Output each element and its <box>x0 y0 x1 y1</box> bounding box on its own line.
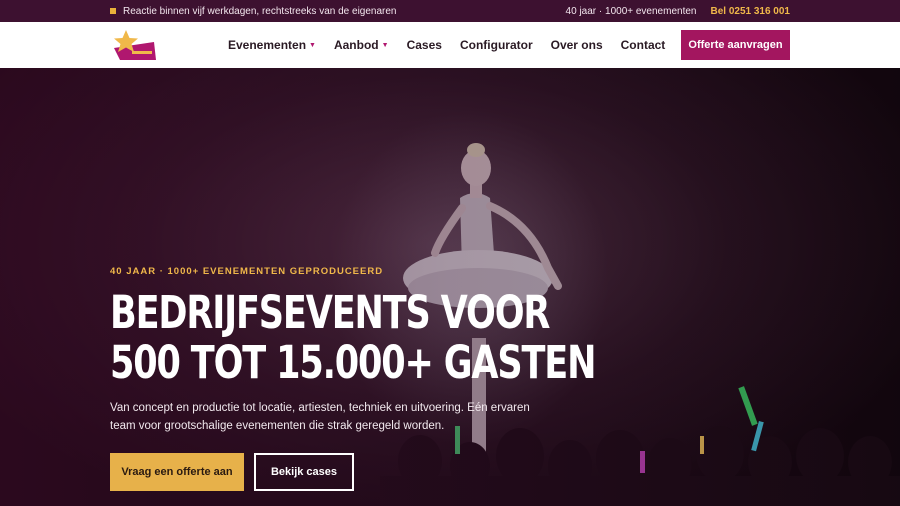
nav-item-label: Over ons <box>550 38 603 52</box>
nav-item-label: Configurator <box>459 38 533 52</box>
topbar-notice-text: Reactie binnen vijf werkdagen, rechtstre… <box>123 5 397 17</box>
hero-section: 40 JAAR · 1000+ EVENEMENTEN GEPRODUCEERD… <box>0 68 900 506</box>
nav-item-evenementen[interactable]: Evenementen ▼ <box>228 38 316 52</box>
phone-link[interactable]: Bel 0251 316 001 <box>710 6 790 17</box>
topbar-stats: 40 jaar · 1000+ evenementen <box>565 5 697 17</box>
nav-item-label: Evenementen <box>228 38 307 52</box>
nav-menu: Evenementen ▼ Aanbod ▼ Cases Configurato… <box>228 22 665 68</box>
view-cases-button[interactable]: Bekijk cases <box>254 453 354 491</box>
hero-headline: BEDRIJFSEVENTS VOOR 500 TOT 15.000+ GAST… <box>110 286 596 389</box>
nav-item-over-ons[interactable]: Over ons <box>551 38 603 52</box>
nav-item-aanbod[interactable]: Aanbod ▼ <box>334 38 389 52</box>
nav-item-cases[interactable]: Cases <box>407 38 442 52</box>
nav-item-label: Contact <box>620 38 666 52</box>
topbar-right: 40 jaar · 1000+ evenementen Bel 0251 316… <box>566 0 790 22</box>
hero-kicker: 40 JAAR · 1000+ EVENEMENTEN GEPRODUCEERD <box>110 266 384 277</box>
hero-subtitle: Van concept en productie tot locatie, ar… <box>110 402 530 432</box>
request-quote-button[interactable]: Vraag een offerte aan <box>110 453 244 491</box>
quote-request-button[interactable]: Offerte aanvragen <box>681 30 790 60</box>
main-navigation: Evenementen ▼ Aanbod ▼ Cases Configurato… <box>0 22 900 68</box>
headline-line-2: 500 TOT 15.000+ GASTEN <box>110 336 596 389</box>
nav-item-label: Cases <box>406 38 442 52</box>
top-bar: Reactie binnen vijf werkdagen, rechtstre… <box>0 0 900 22</box>
headline-line-1: BEDRIJFSEVENTS VOOR <box>110 286 550 339</box>
bullet-square-icon <box>110 8 116 14</box>
nav-item-configurator[interactable]: Configurator <box>460 38 533 52</box>
star-logo-icon[interactable] <box>110 28 158 62</box>
caret-down-icon: ▼ <box>309 41 316 49</box>
topbar-notice: Reactie binnen vijf werkdagen, rechtstre… <box>110 0 397 22</box>
nav-item-contact[interactable]: Contact <box>621 38 666 52</box>
caret-down-icon: ▼ <box>381 41 389 49</box>
nav-item-label: Aanbod <box>333 38 379 52</box>
